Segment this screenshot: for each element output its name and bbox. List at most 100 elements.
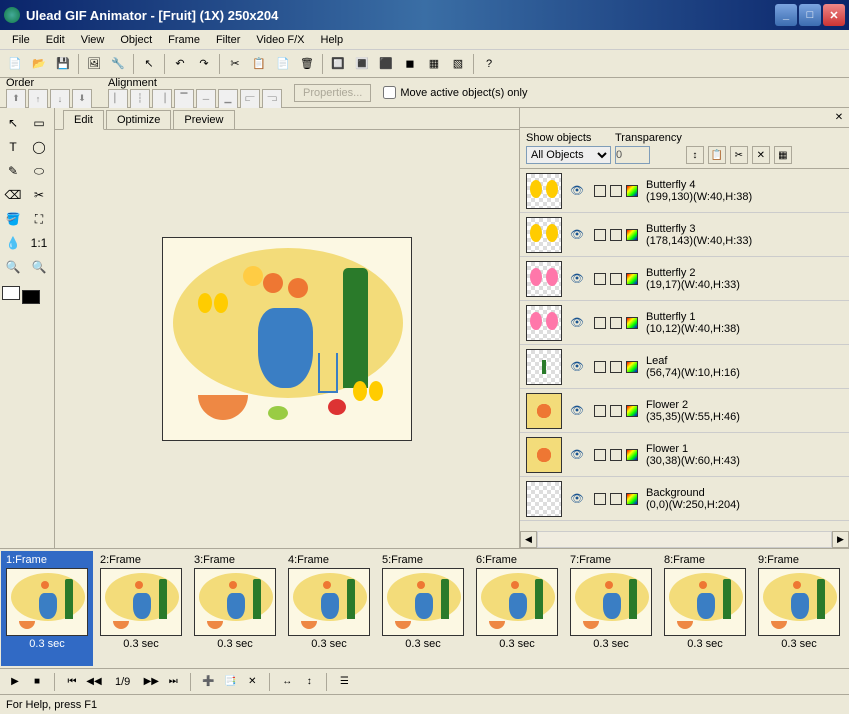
frame-thumbnail[interactable] bbox=[100, 568, 182, 636]
layer-list[interactable]: 👁 Butterfly 4 (199,130)(W:40,H:38) 👁 But… bbox=[520, 169, 849, 531]
layer-gradient-icon[interactable] bbox=[626, 229, 638, 241]
frame-thumbnail[interactable] bbox=[382, 568, 464, 636]
eyedropper-tool[interactable]: 💧 bbox=[2, 232, 24, 254]
paste-button[interactable]: 📄 bbox=[272, 53, 294, 75]
menu-help[interactable]: Help bbox=[313, 32, 352, 48]
cursor-button[interactable]: ↖ bbox=[138, 53, 160, 75]
new-button[interactable]: 📄 bbox=[4, 53, 26, 75]
visibility-icon[interactable]: 👁 bbox=[570, 404, 588, 418]
export-button[interactable]: 🖼 bbox=[83, 53, 105, 75]
tool-b[interactable]: 🔳 bbox=[351, 53, 373, 75]
first-frame-button[interactable]: ⏮ bbox=[63, 673, 81, 691]
align-left[interactable]: ▏ bbox=[108, 89, 128, 109]
cut-button[interactable]: ✂ bbox=[224, 53, 246, 75]
eraser-tool[interactable]: ⌫ bbox=[2, 184, 24, 206]
layer-row[interactable]: 👁 Butterfly 2 (19,17)(W:40,H:33) bbox=[520, 257, 849, 301]
menu-object[interactable]: Object bbox=[112, 32, 160, 48]
frame-tool-a[interactable]: ↔ bbox=[278, 673, 296, 691]
prev-frame-button[interactable]: ◀◀ bbox=[85, 673, 103, 691]
visibility-icon[interactable]: 👁 bbox=[570, 228, 588, 242]
layer-swatch-1[interactable] bbox=[594, 317, 606, 329]
visibility-icon[interactable]: 👁 bbox=[570, 272, 588, 286]
order-front[interactable]: ⬆ bbox=[6, 89, 26, 109]
dup-frame-button[interactable]: 📑 bbox=[221, 673, 239, 691]
layer-swatch-2[interactable] bbox=[610, 405, 622, 417]
open-button[interactable]: 📂 bbox=[28, 53, 50, 75]
layer-gradient-icon[interactable] bbox=[626, 449, 638, 461]
frame-item[interactable]: 3:Frame 0.3 sec bbox=[189, 551, 281, 666]
visibility-icon[interactable]: 👁 bbox=[570, 316, 588, 330]
menu-videofx[interactable]: Video F/X bbox=[248, 32, 312, 48]
align-top[interactable]: ▔ bbox=[174, 89, 194, 109]
align-middle[interactable]: ─ bbox=[196, 89, 216, 109]
layer-thumbnail[interactable] bbox=[526, 217, 562, 253]
layer-swatch-2[interactable] bbox=[610, 317, 622, 329]
delete-button[interactable]: 🗑 bbox=[296, 53, 318, 75]
layer-thumbnail[interactable] bbox=[526, 393, 562, 429]
zoom-out-tool[interactable]: 🔍 bbox=[28, 256, 50, 278]
frame-thumbnail[interactable] bbox=[570, 568, 652, 636]
align-center-h[interactable]: ┆ bbox=[130, 89, 150, 109]
layer-row[interactable]: 👁 Flower 1 (30,38)(W:60,H:43) bbox=[520, 433, 849, 477]
frame-item[interactable]: 4:Frame 0.3 sec bbox=[283, 551, 375, 666]
visibility-icon[interactable]: 👁 bbox=[570, 492, 588, 506]
frame-item[interactable]: 5:Frame 0.3 sec bbox=[377, 551, 469, 666]
stop-button[interactable]: ■ bbox=[28, 673, 46, 691]
tool-e[interactable]: ▦ bbox=[423, 53, 445, 75]
frame-thumbnail[interactable] bbox=[194, 568, 276, 636]
frame-item[interactable]: 6:Frame 0.3 sec bbox=[471, 551, 563, 666]
minimize-button[interactable]: _ bbox=[775, 4, 797, 26]
color-swatches[interactable] bbox=[2, 286, 52, 304]
order-forward[interactable]: ↑ bbox=[28, 89, 48, 109]
layer-tool-5[interactable]: ▦ bbox=[774, 146, 792, 164]
layer-swatch-1[interactable] bbox=[594, 273, 606, 285]
frame-item[interactable]: 1:Frame 0.3 sec bbox=[1, 551, 93, 666]
last-frame-button[interactable]: ⏭ bbox=[164, 673, 182, 691]
visibility-icon[interactable]: 👁 bbox=[570, 184, 588, 198]
layer-swatch-1[interactable] bbox=[594, 361, 606, 373]
menu-file[interactable]: File bbox=[4, 32, 38, 48]
layer-gradient-icon[interactable] bbox=[626, 317, 638, 329]
frame-thumbnail[interactable] bbox=[758, 568, 840, 636]
redo-button[interactable]: ↷ bbox=[193, 53, 215, 75]
close-button[interactable]: ✕ bbox=[823, 4, 845, 26]
scroll-left-icon[interactable]: ◀ bbox=[520, 531, 537, 548]
layer-tool-4[interactable]: ✕ bbox=[752, 146, 770, 164]
layer-swatch-2[interactable] bbox=[610, 185, 622, 197]
align-bottom[interactable]: ▁ bbox=[218, 89, 238, 109]
menu-edit[interactable]: Edit bbox=[38, 32, 73, 48]
layer-swatch-1[interactable] bbox=[594, 449, 606, 461]
layer-tool-3[interactable]: ✂ bbox=[730, 146, 748, 164]
layer-thumbnail[interactable] bbox=[526, 173, 562, 209]
layer-gradient-icon[interactable] bbox=[626, 405, 638, 417]
layer-thumbnail[interactable] bbox=[526, 481, 562, 517]
layer-row[interactable]: 👁 Butterfly 4 (199,130)(W:40,H:38) bbox=[520, 169, 849, 213]
undo-button[interactable]: ↶ bbox=[169, 53, 191, 75]
panel-close-icon[interactable]: ✕ bbox=[833, 112, 845, 124]
layer-thumbnail[interactable] bbox=[526, 437, 562, 473]
wizard-button[interactable]: 🔧 bbox=[107, 53, 129, 75]
layer-tool-1[interactable]: ↕ bbox=[686, 146, 704, 164]
visibility-icon[interactable]: 👁 bbox=[570, 360, 588, 374]
layer-swatch-2[interactable] bbox=[610, 229, 622, 241]
maximize-button[interactable]: □ bbox=[799, 4, 821, 26]
frame-thumbnail[interactable] bbox=[288, 568, 370, 636]
tool-f[interactable]: ▧ bbox=[447, 53, 469, 75]
layer-hscroll[interactable]: ◀ ▶ bbox=[520, 531, 849, 548]
order-back[interactable]: ⬇ bbox=[72, 89, 92, 109]
layer-swatch-1[interactable] bbox=[594, 185, 606, 197]
layer-tool-2[interactable]: 📋 bbox=[708, 146, 726, 164]
frame-thumbnail[interactable] bbox=[476, 568, 558, 636]
text-tool[interactable]: T bbox=[2, 136, 24, 158]
move-active-checkbox[interactable] bbox=[383, 86, 396, 99]
frame-bar[interactable]: 1:Frame 0.3 sec 2:Frame 0.3 sec 3:Frame … bbox=[0, 548, 849, 668]
menu-frame[interactable]: Frame bbox=[160, 32, 208, 48]
align-dist-h[interactable]: ⫍ bbox=[240, 89, 260, 109]
tool-d[interactable]: ◼ bbox=[399, 53, 421, 75]
layer-swatch-2[interactable] bbox=[610, 273, 622, 285]
del-frame-button[interactable]: ✕ bbox=[243, 673, 261, 691]
frame-tool-c[interactable]: ☰ bbox=[335, 673, 353, 691]
brush-tool[interactable]: ✎ bbox=[2, 160, 24, 182]
align-dist-v[interactable]: ⫎ bbox=[262, 89, 282, 109]
tab-preview[interactable]: Preview bbox=[173, 110, 234, 129]
